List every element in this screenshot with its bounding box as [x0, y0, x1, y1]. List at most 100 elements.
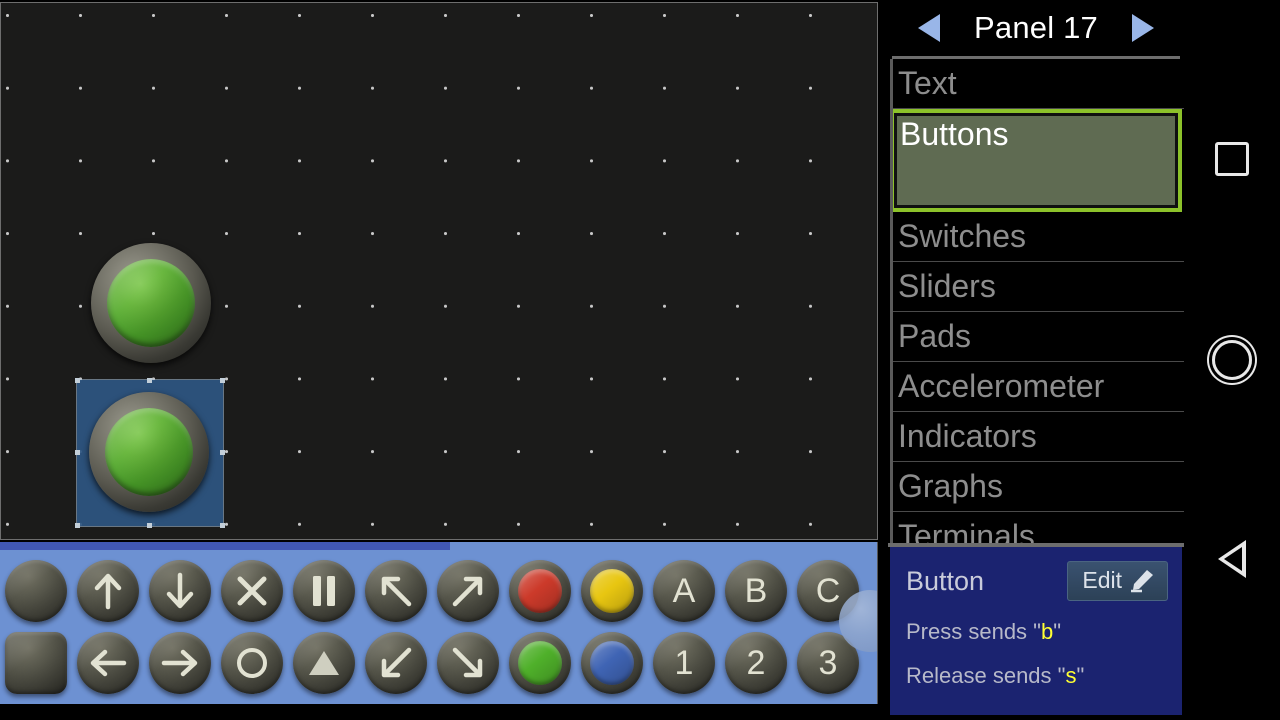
- category-label: Buttons: [900, 116, 1009, 152]
- resize-handle-n[interactable]: [147, 378, 152, 383]
- prev-panel-arrow-icon[interactable]: [918, 14, 940, 42]
- category-label: Accelerometer: [898, 368, 1105, 404]
- press-suffix: ": [1053, 619, 1062, 644]
- category-label: Graphs: [898, 468, 1003, 504]
- next-panel-arrow-icon[interactable]: [1132, 14, 1154, 42]
- design-canvas[interactable]: [0, 2, 878, 540]
- release-suffix: ": [1076, 663, 1085, 688]
- resize-handle-nw[interactable]: [75, 378, 80, 383]
- canvas-green-button-2-selected[interactable]: [89, 392, 209, 512]
- category-label: Terminals: [898, 518, 1035, 543]
- widget-type-label: Button: [906, 565, 985, 596]
- palette-strip[interactable]: A B C 1 2 3: [0, 542, 878, 704]
- release-prefix: Release sends ": [906, 663, 1066, 688]
- blue-dot-icon: [590, 641, 634, 685]
- press-value: b: [1040, 619, 1054, 644]
- resize-handle-ne[interactable]: [220, 378, 225, 383]
- category-item-accelerometer[interactable]: Accelerometer: [893, 362, 1184, 412]
- triangle-up-icon: [309, 651, 339, 675]
- page-title: Panel 17: [974, 10, 1098, 45]
- green-round-button-icon: [89, 392, 209, 512]
- release-value: s: [1065, 663, 1077, 688]
- resize-handle-e[interactable]: [220, 450, 225, 455]
- resize-handle-w[interactable]: [75, 450, 80, 455]
- palette-digit-2-button[interactable]: 2: [725, 632, 787, 694]
- category-label: Text: [898, 65, 957, 101]
- palette-digit-1-button[interactable]: 1: [653, 632, 715, 694]
- back-triangle-icon[interactable]: [1218, 540, 1246, 578]
- cross-icon: [237, 576, 267, 606]
- press-prefix: Press sends ": [906, 619, 1041, 644]
- category-item-terminals[interactable]: Terminals: [893, 512, 1184, 543]
- palette-scrollbar[interactable]: [0, 542, 450, 550]
- category-label: Pads: [898, 318, 971, 354]
- palette-blank-square-button[interactable]: [5, 632, 67, 694]
- palette-circle-outline-button[interactable]: [221, 632, 283, 694]
- canvas-green-button-1[interactable]: [91, 243, 211, 363]
- recents-square-icon[interactable]: [1215, 142, 1249, 176]
- yellow-dot-icon: [590, 569, 634, 613]
- green-dot-icon: [518, 641, 562, 685]
- palette-arrow-right-button[interactable]: [149, 632, 211, 694]
- palette-letter-a-button[interactable]: A: [653, 560, 715, 622]
- palette-red-button[interactable]: [509, 560, 571, 622]
- arrow-up-right-icon: [452, 576, 483, 607]
- panel-header: Panel 17: [888, 0, 1184, 56]
- category-item-graphs[interactable]: Graphs: [893, 462, 1184, 512]
- palette-yellow-button[interactable]: [581, 560, 643, 622]
- arrow-left-icon: [90, 649, 127, 677]
- canvas-area: [0, 0, 882, 542]
- palette-cross-button[interactable]: [221, 560, 283, 622]
- category-item-switches[interactable]: Switches: [893, 212, 1184, 262]
- category-label: Sliders: [898, 268, 996, 304]
- release-action-line: Release sends "s": [906, 663, 1168, 689]
- category-label: Indicators: [898, 418, 1037, 454]
- category-selected-inner: Buttons: [894, 113, 1178, 208]
- arrow-up-left-icon: [381, 576, 412, 607]
- category-item-pads[interactable]: Pads: [893, 312, 1184, 362]
- category-item-text[interactable]: Text: [893, 59, 1184, 109]
- android-navigation-bar: [1184, 0, 1280, 720]
- resize-handle-se[interactable]: [220, 523, 225, 528]
- arrow-down-left-icon: [381, 647, 412, 678]
- palette-pause-button[interactable]: [293, 560, 355, 622]
- palette-green-button[interactable]: [509, 632, 571, 694]
- edit-button-label: Edit: [1082, 567, 1122, 593]
- category-item-indicators[interactable]: Indicators: [893, 412, 1184, 462]
- palette-blue-button[interactable]: [581, 632, 643, 694]
- press-action-line: Press sends "b": [906, 619, 1168, 645]
- category-label: Switches: [898, 218, 1027, 254]
- resize-handle-sw[interactable]: [75, 523, 80, 528]
- home-circle-icon[interactable]: [1212, 340, 1252, 380]
- widget-palette: A B C 1 2 3: [0, 542, 882, 720]
- category-item-buttons-selected[interactable]: Buttons: [893, 109, 1182, 212]
- palette-blank-round-button[interactable]: [5, 560, 67, 622]
- red-dot-icon: [518, 569, 562, 613]
- circle-outline-icon: [237, 648, 267, 678]
- palette-arrow-up-left-button[interactable]: [365, 560, 427, 622]
- palette-arrow-up-right-button[interactable]: [437, 560, 499, 622]
- category-list[interactable]: Text Buttons Switches Sliders Pads Accel…: [890, 59, 1184, 543]
- pencil-icon: [1131, 569, 1153, 592]
- screen-bottom-edge: [0, 716, 1280, 720]
- palette-arrow-down-left-button[interactable]: [365, 632, 427, 694]
- palette-letter-b-button[interactable]: B: [725, 560, 787, 622]
- side-panel: Panel 17 Text Buttons Switches Sliders P…: [888, 0, 1184, 720]
- arrow-down-right-icon: [452, 647, 483, 678]
- pause-icon: [313, 576, 335, 606]
- arrow-up-icon: [94, 573, 122, 610]
- palette-triangle-up-button[interactable]: [293, 632, 355, 694]
- category-item-sliders[interactable]: Sliders: [893, 262, 1184, 312]
- palette-arrow-down-right-button[interactable]: [437, 632, 499, 694]
- palette-arrow-up-button[interactable]: [77, 560, 139, 622]
- palette-arrow-down-button[interactable]: [149, 560, 211, 622]
- arrow-right-icon: [161, 649, 198, 677]
- green-round-button-icon: [91, 243, 211, 363]
- edit-button[interactable]: Edit: [1067, 561, 1168, 601]
- resize-handle-s[interactable]: [147, 523, 152, 528]
- properties-header: Button Edit: [906, 561, 1168, 601]
- palette-arrow-left-button[interactable]: [77, 632, 139, 694]
- app-root: A B C 1 2 3 Panel 17 Text Buttons Switch…: [0, 0, 1280, 720]
- arrow-down-icon: [166, 572, 194, 609]
- widget-properties-card: Button Edit Press sends "b" Release send…: [890, 547, 1182, 715]
